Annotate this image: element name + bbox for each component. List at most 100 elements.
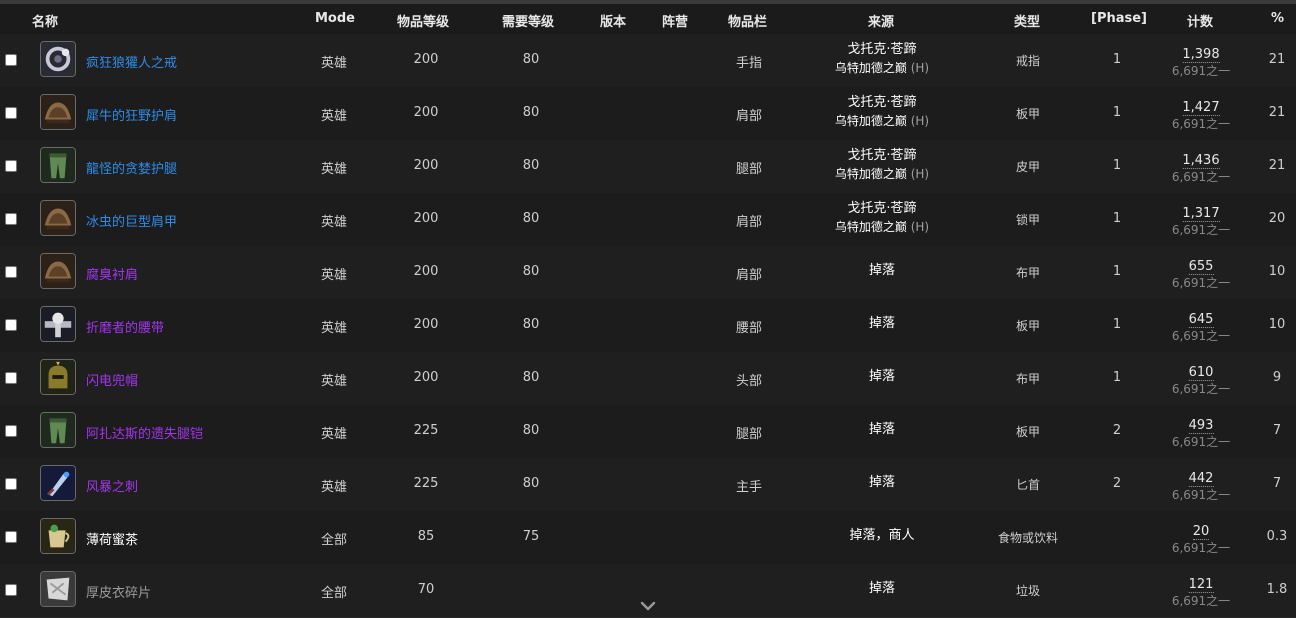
drop-count-value[interactable]: 20 [1192,524,1210,540]
item-mode: 英雄 [320,480,348,495]
drop-count-value[interactable]: 610 [1188,365,1214,381]
row-checkbox[interactable] [5,319,17,331]
table-row[interactable]: 薄荷蜜茶 全部 85 75 掉落，商人 食物或饮料 20 6,691之一 0.3 [0,511,1296,565]
item-name-link[interactable]: 冰虫的巨型肩甲 [86,211,177,230]
row-checkbox[interactable] [5,478,17,490]
source-zone-name[interactable]: 乌特加德之巅 [835,61,907,75]
source-zone[interactable]: 乌特加德之巅 (H) [835,218,929,236]
row-checkbox[interactable] [5,213,17,225]
drop-percent: 7 [1272,423,1282,438]
item-mode: 英雄 [320,427,348,442]
source-zone-name[interactable]: 乌特加德之巅 [835,114,907,128]
drop-count-value[interactable]: 493 [1188,418,1214,434]
item-name-link[interactable]: 犀牛的狂野护肩 [86,105,177,124]
chevron-down-icon[interactable] [640,600,656,612]
tea-icon[interactable] [40,518,76,554]
drop-count-value[interactable]: 442 [1188,471,1214,487]
drop-count-value[interactable]: 645 [1188,312,1214,328]
legs-icon[interactable] [40,147,76,183]
source-zone-name[interactable]: 乌特加德之巅 [835,220,907,234]
row-checkbox[interactable] [5,160,17,172]
source-npc[interactable]: 戈托克·苍蹄 [835,200,929,218]
drop-percent: 21 [1268,158,1286,173]
shoulder-icon[interactable] [40,94,76,130]
row-checkbox[interactable] [5,107,17,119]
table-row[interactable]: 风暴之刺 英雄 225 80 主手 掉落 匕首 2 442 6,691之一 7 [0,458,1296,512]
drop-percent: 9 [1272,370,1282,385]
source-npc[interactable]: 戈托克·苍蹄 [835,147,929,165]
belt-icon[interactable] [40,306,76,342]
source-npc[interactable]: 戈托克·苍蹄 [835,41,929,59]
item-name-link[interactable]: 腐臭衬肩 [86,264,138,283]
table-row[interactable]: 龍怪的贪婪护腿 英雄 200 80 腿部 戈托克·苍蹄 乌特加德之巅 (H) 皮甲 1 1,436… [0,140,1296,194]
item-slot: 肩部 [735,215,763,230]
drop-percent: 21 [1268,52,1286,67]
column-header-mode[interactable]: Mode [315,11,355,26]
required-level: 80 [522,370,540,385]
column-header-phase[interactable]: [Phase] [1091,11,1147,26]
column-header-count[interactable]: 计数 [1187,11,1213,30]
table-row[interactable]: 犀牛的狂野护肩 英雄 200 80 肩部 戈托克·苍蹄 乌特加德之巅 (H) 板甲 1 1,427… [0,87,1296,141]
item-name-link[interactable]: 折磨者的腰带 [86,317,164,336]
source-zone[interactable]: 乌特加德之巅 (H) [835,112,929,130]
cloth-scrap-icon[interactable] [40,571,76,607]
source-zone[interactable]: 乌特加德之巅 (H) [835,59,929,77]
table-row[interactable]: 冰虫的巨型肩甲 英雄 200 80 肩部 戈托克·苍蹄 乌特加德之巅 (H) 锁甲 1 1,317… [0,193,1296,247]
source-npc[interactable]: 戈托克·苍蹄 [835,94,929,112]
column-header-item-level[interactable]: 物品等级 [397,11,449,30]
item-name-link[interactable]: 疯狂狼獾人之戒 [86,52,177,71]
column-header-type[interactable]: 类型 [1014,11,1040,30]
item-name-link[interactable]: 风暴之刺 [86,476,138,495]
item-level: 70 [417,582,435,597]
shoulder-icon[interactable] [40,200,76,236]
column-header-faction[interactable]: 阵营 [662,11,688,30]
item-name-link[interactable]: 龍怪的贪婪护腿 [86,158,177,177]
legs-icon[interactable] [40,412,76,448]
source-zone-name[interactable]: 乌特加德之巅 [835,167,907,181]
drop-count-value[interactable]: 655 [1188,259,1214,275]
column-header-slot[interactable]: 物品栏 [728,11,767,30]
item-level: 225 [413,423,439,438]
source-zone[interactable]: 乌特加德之巅 (H) [835,165,929,183]
row-checkbox[interactable] [5,266,17,278]
row-checkbox[interactable] [5,54,17,66]
column-header-source[interactable]: 来源 [868,11,894,30]
item-slot: 肩部 [735,268,763,283]
row-checkbox[interactable] [5,584,17,596]
drop-count-value[interactable]: 1,436 [1182,153,1220,169]
table-row[interactable]: 折磨者的腰带 英雄 200 80 腰部 掉落 板甲 1 645 6,691之一 10 [0,299,1296,353]
item-source: 戈托克·苍蹄 乌特加德之巅 (H) [835,94,929,130]
drop-percent: 21 [1268,105,1286,120]
shoulder-icon[interactable] [40,253,76,289]
required-level: 80 [522,211,540,226]
item-mode: 英雄 [320,374,348,389]
item-name-link[interactable]: 阿扎达斯的遗失腿铠 [86,423,203,442]
dagger-icon[interactable] [40,465,76,501]
row-checkbox[interactable] [5,425,17,437]
drop-count-value[interactable]: 1,398 [1182,47,1220,63]
table-row[interactable]: 腐臭衬肩 英雄 200 80 肩部 掉落 布甲 1 655 6,691之一 10 [0,246,1296,300]
helm-icon[interactable] [40,359,76,395]
row-checkbox[interactable] [5,531,17,543]
drop-count-value[interactable]: 121 [1188,577,1214,593]
table-row[interactable]: 阿扎达斯的遗失腿铠 英雄 225 80 腿部 掉落 板甲 2 493 6,691之一 7 [0,405,1296,459]
column-header-name[interactable]: 名称 [32,11,58,30]
table-row[interactable]: 闪电兜帽 英雄 200 80 头部 掉落 布甲 1 610 6,691之一 9 [0,352,1296,406]
item-name-link[interactable]: 厚皮衣碎片 [86,582,151,601]
item-name-link[interactable]: 闪电兜帽 [86,370,138,389]
source-zone-mode: (H) [910,220,930,234]
item-mode: 英雄 [320,268,348,283]
source-text: 掉落 [868,316,896,331]
drop-count-value[interactable]: 1,317 [1182,206,1220,222]
drop-count-value[interactable]: 1,427 [1182,100,1220,116]
column-header-required-level[interactable]: 需要等级 [502,11,554,30]
item-name-link[interactable]: 薄荷蜜茶 [86,529,138,548]
source-text: 掉落 [868,581,896,596]
source-zone-mode: (H) [910,61,930,75]
table-row[interactable]: 疯狂狼獾人之戒 英雄 200 80 手指 戈托克·苍蹄 乌特加德之巅 (H) 戒指 1 1,398… [0,34,1296,88]
row-checkbox[interactable] [5,372,17,384]
column-header-version[interactable]: 版本 [600,11,626,30]
drop-count: 1,427 6,691之一 [1172,96,1230,133]
ring-icon[interactable] [40,41,76,77]
column-header-percent[interactable]: % [1271,11,1284,26]
